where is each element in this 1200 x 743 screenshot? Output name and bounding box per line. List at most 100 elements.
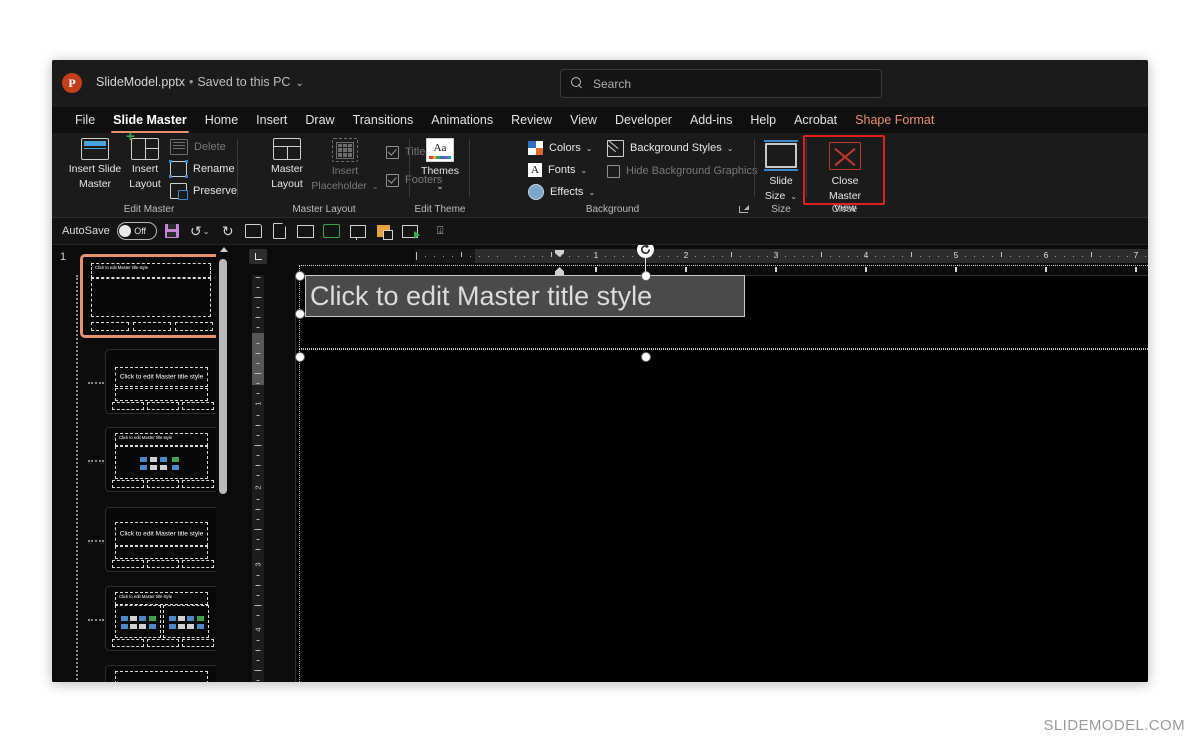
preserve-icon xyxy=(170,183,188,200)
close-master-view-icon xyxy=(829,142,861,170)
rotate-icon xyxy=(641,245,651,255)
thumbnail-slide-master[interactable]: Click to edit Master title style xyxy=(80,254,222,338)
chevron-down-icon[interactable]: ⌄ xyxy=(588,188,595,197)
email-button[interactable] xyxy=(295,221,317,241)
start-slideshow-button[interactable] xyxy=(347,221,369,241)
tab-home[interactable]: Home xyxy=(196,107,247,133)
selection-handle-top-left[interactable] xyxy=(295,271,305,281)
tab-shape-format[interactable]: Shape Format xyxy=(846,107,943,133)
content-icon-stock xyxy=(178,624,185,629)
slide-thumbnail-pane[interactable]: 1 Click to edit Master title style Click… xyxy=(52,245,230,682)
slide-size-button[interactable]: Slide Size ⌄ xyxy=(754,138,808,203)
tab-stop-selector[interactable] xyxy=(249,249,267,264)
colors-button[interactable]: Colors ⌄ xyxy=(528,139,593,157)
master-layout-button[interactable]: Master Layout xyxy=(260,138,314,190)
ribbon-group-master-layout: Master Layout Insert Placeholder⌄ Title xyxy=(238,133,442,217)
horizontal-ruler[interactable]: 1 2 3 4 5 6 7 xyxy=(415,249,1148,275)
themes-button[interactable]: Aa Themes ⌄ xyxy=(413,138,467,192)
duplicate-slide-button[interactable] xyxy=(373,221,395,241)
thumb-title-text: Click to edit Master title style xyxy=(119,530,204,538)
thumb-footer-right xyxy=(182,560,214,568)
tab-transitions[interactable]: Transitions xyxy=(344,107,423,133)
tab-draw[interactable]: Draw xyxy=(296,107,343,133)
tab-help[interactable]: Help xyxy=(741,107,785,133)
chevron-down-icon[interactable]: ⌄ xyxy=(586,144,593,153)
delete-button: Delete xyxy=(170,138,226,156)
delete-icon xyxy=(170,139,188,155)
title-placeholder-textbox[interactable]: Click to edit Master title style xyxy=(305,275,745,317)
thumbnail-layout-title-and-content[interactable]: Click to edit Master title style xyxy=(88,427,218,492)
chevron-down-icon[interactable]: ⌄ xyxy=(203,227,210,236)
tab-slide-master[interactable]: Slide Master xyxy=(104,107,196,133)
document-title[interactable]: SlideModel.pptx • Saved to this PC ⌄ xyxy=(96,75,304,89)
content-icon-table xyxy=(140,457,147,462)
button-label-line1: Insert xyxy=(131,163,159,175)
insert-layout-button[interactable]: + Insert Layout xyxy=(118,129,172,190)
thumbnail-layout-title-slide[interactable]: Click to edit Master title style xyxy=(88,349,218,414)
scrollbar-thumb[interactable] xyxy=(219,259,227,494)
thumb-footer-center xyxy=(147,402,179,410)
effects-button[interactable]: Effects ⌄ xyxy=(528,183,595,201)
selection-handle-bottom-center[interactable] xyxy=(641,352,651,362)
tab-developer[interactable]: Developer xyxy=(606,107,681,133)
tab-add-ins[interactable]: Add-ins xyxy=(681,107,741,133)
chevron-down-icon[interactable]: ⌄ xyxy=(295,78,303,89)
selection-handle-middle-left[interactable] xyxy=(295,309,305,319)
vruler-label-2: 2 xyxy=(253,485,263,490)
undo-button[interactable]: ↺ ⌄ xyxy=(187,221,213,241)
close-master-view-button[interactable]: Close Master View xyxy=(817,138,873,214)
selection-handle-bottom-left[interactable] xyxy=(295,352,305,362)
tab-file[interactable]: File xyxy=(66,107,104,133)
scroll-up-arrow-icon[interactable] xyxy=(220,247,228,252)
tab-review[interactable]: Review xyxy=(502,107,561,133)
preserve-button[interactable]: Preserve xyxy=(170,182,237,200)
quick-access-toolbar: AutoSave Off ↺ ⌄ ↻ ⍗ xyxy=(52,218,1148,245)
customize-toolbar-button[interactable]: ⍗ xyxy=(429,221,451,241)
tab-view[interactable]: View xyxy=(561,107,606,133)
thumbnail-scrollbar[interactable] xyxy=(216,245,230,682)
search-input[interactable]: Search xyxy=(560,69,882,98)
save-button[interactable] xyxy=(161,221,183,241)
thumb-content-placeholder-left xyxy=(115,605,161,638)
thumb-footer-left xyxy=(112,639,144,647)
chevron-down-icon[interactable]: ⌄ xyxy=(727,144,734,153)
tab-acrobat[interactable]: Acrobat xyxy=(785,107,846,133)
thumbnail-layout-two-content[interactable]: Click to edit Master title style xyxy=(88,586,218,651)
vertical-ruler-track: 1 2 3 4 xyxy=(252,275,264,682)
first-line-indent-marker[interactable] xyxy=(555,250,564,257)
save-icon xyxy=(164,224,179,238)
content-icon-icons xyxy=(172,465,179,470)
themes-aa-glyph: Aa xyxy=(433,142,447,154)
vertical-ruler: 1 2 3 4 xyxy=(245,245,271,682)
quick-print-button[interactable] xyxy=(321,221,343,241)
present-from-current-button[interactable] xyxy=(399,221,421,241)
search-placeholder: Search xyxy=(593,76,632,91)
thumbnail-layout-section-header[interactable]: Click to edit Master title style xyxy=(88,507,218,572)
tab-insert[interactable]: Insert xyxy=(247,107,296,133)
hierarchy-connector xyxy=(88,539,104,542)
background-dialog-launcher-icon[interactable] xyxy=(739,205,749,215)
chevron-down-icon[interactable]: ⌄ xyxy=(790,192,797,201)
open-button[interactable] xyxy=(243,221,265,241)
button-label-line1: Close xyxy=(831,175,859,187)
slide-canvas-area[interactable]: 1 2 3 4 5 6 7 Click to edit Master title… xyxy=(271,245,1148,682)
thumb-title-placeholder xyxy=(115,671,208,682)
chevron-down-icon[interactable]: ⌄ xyxy=(581,166,588,175)
fonts-button[interactable]: A Fonts ⌄ xyxy=(528,161,587,179)
redo-button[interactable]: ↻ xyxy=(217,221,239,241)
button-label-line2: Layout xyxy=(129,178,161,190)
thumbnail-layout-comparison[interactable] xyxy=(105,665,218,682)
background-styles-button[interactable]: Background Styles ⌄ xyxy=(607,139,733,157)
document-name: SlideModel.pptx xyxy=(96,75,185,89)
content-icon-3dmodel xyxy=(149,616,156,621)
button-label: Preserve xyxy=(193,185,238,197)
tab-animations[interactable]: Animations xyxy=(422,107,502,133)
thumb-footer-center xyxy=(147,639,179,647)
chevron-down-icon[interactable]: ⌄ xyxy=(436,180,444,192)
new-button[interactable] xyxy=(269,221,291,241)
selection-handle-top-center[interactable] xyxy=(641,271,651,281)
autosave-toggle[interactable]: Off xyxy=(116,222,157,240)
body-placeholder-outline[interactable] xyxy=(299,349,1148,682)
insert-slide-master-button[interactable]: Insert Slide Master xyxy=(68,138,122,190)
rename-button[interactable]: Rename xyxy=(169,160,235,178)
